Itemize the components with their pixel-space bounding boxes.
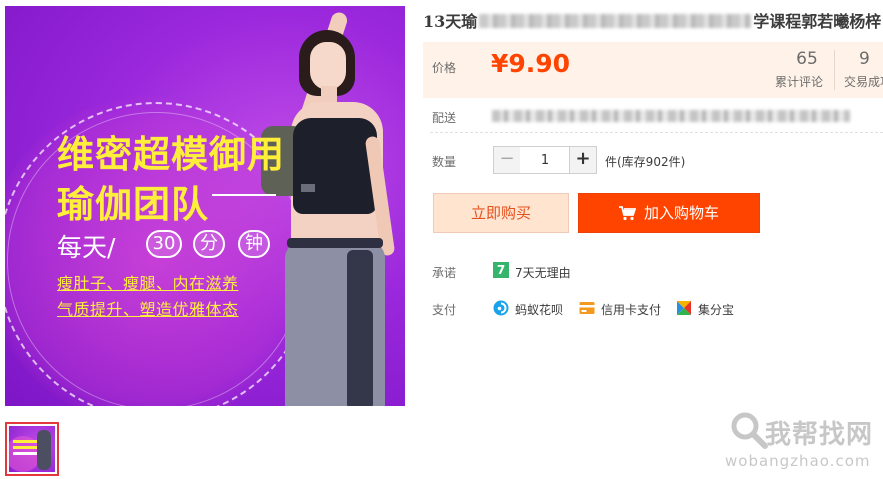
review-count-label[interactable]: 累计评论	[775, 73, 823, 90]
seven-day-return-text[interactable]: 7天无理由	[515, 264, 571, 281]
cart-icon	[618, 206, 636, 221]
model-figure	[255, 6, 405, 406]
credit-card-label: 信用卡支付	[601, 303, 662, 317]
watermark-text: 我帮找网	[765, 420, 874, 450]
huabei-icon	[493, 300, 509, 316]
review-count[interactable]: 65	[791, 49, 823, 69]
sales-count-label: 交易成功	[844, 75, 883, 89]
quantity-input[interactable]	[520, 146, 570, 174]
payment-label: 支付	[432, 303, 457, 317]
product-thumbnail[interactable]	[5, 422, 59, 476]
seven-day-return-icon: 7	[493, 262, 509, 278]
sales-count: 9	[859, 49, 870, 69]
price-panel: 价格 ¥9.90 65 累计评论 9 交易成功	[423, 42, 883, 98]
promo-benefit-2: 气质提升、塑造优雅体态	[57, 300, 239, 319]
promo-pill-fen: 分	[193, 230, 225, 258]
promo-headline-2: 瑜伽团队	[57, 182, 209, 226]
product-title-start: 13天瑜	[423, 12, 478, 31]
shipping-redacted-blur	[492, 110, 850, 122]
quantity-decrease-button[interactable]: −	[493, 146, 521, 174]
credit-card-icon	[579, 302, 595, 314]
promo-every-day: 每天/	[57, 233, 116, 262]
add-to-cart-button[interactable]: 加入购物车	[578, 193, 760, 233]
shipping-divider	[430, 132, 883, 133]
product-title-end: 学课程郭若曦杨梓	[753, 12, 882, 31]
quantity-label: 数量	[432, 155, 457, 169]
promo-headline-1: 维密超模御用	[57, 132, 285, 176]
thumbnail-image	[9, 426, 55, 472]
title-redacted-blur	[479, 14, 752, 28]
stock-info: 件(库存902件)	[605, 155, 686, 169]
buy-now-button[interactable]: 立即购买	[433, 193, 569, 233]
site-watermark: 我帮找网 wobangzhao.com	[725, 410, 883, 476]
add-to-cart-label: 加入购物车	[643, 204, 719, 222]
watermark-url: wobangzhao.com	[725, 452, 871, 470]
promo-benefit-1: 瘦肚子、瘦腿、内在滋养	[57, 274, 239, 293]
huabei-label: 蚂蚁花呗	[515, 303, 564, 317]
jifenbao-icon	[676, 300, 692, 316]
promo-pill-zhong: 钟	[238, 230, 270, 258]
product-main-image: 维密超模御用 瑜伽团队 每天/ 30 分 钟 瘦肚子、瘦腿、内在滋养 气质提升、…	[5, 6, 405, 406]
promo-divider	[212, 194, 276, 196]
promise-label: 承诺	[432, 266, 457, 280]
product-title: 13天瑜 学课程郭若曦杨梓	[423, 8, 883, 32]
shipping-label: 配送	[432, 111, 457, 125]
quantity-increase-button[interactable]: +	[569, 146, 597, 174]
price-value: ¥9.90	[491, 49, 571, 78]
stats-divider	[834, 50, 835, 90]
magnifier-icon	[731, 412, 768, 449]
promo-pill-minutes-number: 30	[146, 230, 182, 258]
price-label: 价格	[432, 61, 457, 75]
jifenbao-label: 集分宝	[698, 303, 735, 317]
